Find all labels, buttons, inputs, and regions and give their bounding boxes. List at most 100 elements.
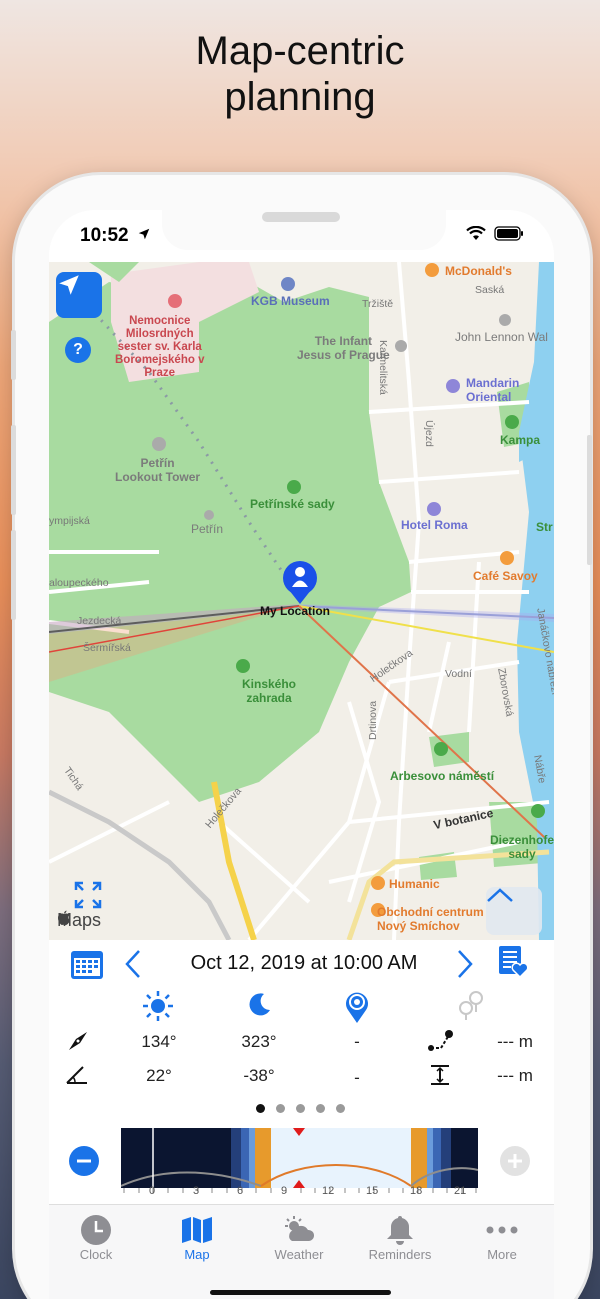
label-my-location[interactable]: My Location [260, 604, 330, 618]
date-label[interactable]: Oct 12, 2019 at 10:00 AM [179, 952, 429, 975]
status-time: 10:52 [80, 225, 129, 246]
locate-button[interactable] [56, 272, 102, 318]
power-button [587, 435, 592, 565]
elevation-row: 22° -38° - --- m [49, 1062, 554, 1092]
page-dot-5[interactable] [336, 1104, 345, 1113]
label-mcdonalds: McDonald's [445, 264, 512, 278]
plus-icon [508, 1154, 522, 1168]
headline: Map-centric planning [0, 28, 600, 120]
tab-more-label: More [487, 1247, 517, 1262]
sun-elevation: 22° [146, 1066, 172, 1085]
tab-more[interactable]: More [452, 1213, 552, 1262]
map-icon [147, 1213, 247, 1247]
apple-maps-logo: Maps [57, 910, 101, 931]
label-infant-jesus: The Infant Jesus of Prague [297, 334, 390, 362]
headline-line-1: Map-centric [195, 29, 405, 73]
page-dot-1[interactable] [256, 1104, 265, 1113]
next-date-button[interactable] [456, 949, 474, 984]
speaker-grill [262, 212, 340, 222]
label-arbesovo: Arbesovo náměstí [390, 769, 495, 783]
label-trziste: Tržiště [362, 298, 394, 310]
favorites-button[interactable] [497, 945, 529, 984]
tab-map-label: Map [184, 1247, 210, 1262]
tick-label-12: 12 [322, 1185, 335, 1197]
page-dot-2[interactable] [276, 1104, 285, 1113]
label-saska: Saská [475, 284, 505, 296]
weather-icon [249, 1213, 349, 1247]
tick-label-15: 15 [366, 1185, 379, 1197]
status-icons [466, 225, 524, 246]
location-services-icon [137, 227, 151, 246]
label-humanic: Humanic [389, 877, 440, 891]
tick-label-6: 6 [237, 1185, 244, 1197]
compass-icon [67, 1030, 89, 1057]
tab-clock-label: Clock [79, 1247, 113, 1262]
expand-panel-button[interactable] [486, 887, 542, 935]
home-indicator[interactable] [210, 1290, 391, 1295]
label-mandarin: Mandarin Oriental [466, 376, 520, 404]
wifi-icon [466, 225, 486, 246]
label-obchodni-centrum: Obchodní centrum Nový Smíchov [377, 905, 484, 933]
label-petrin: Petřín [191, 522, 224, 536]
previous-date-button[interactable] [124, 949, 142, 984]
tick-label-18: 18 [410, 1185, 423, 1197]
tab-map[interactable]: Map [147, 1213, 247, 1262]
moon-azimuth: 323° [241, 1032, 277, 1051]
tick-label-21: 21 [454, 1185, 467, 1197]
moon-icon[interactable] [246, 992, 272, 1023]
label-karmelitska: Karmelitská [377, 340, 389, 395]
moon-elevation: -38° [243, 1066, 275, 1085]
compare-locations-icon[interactable] [454, 988, 488, 1027]
label-kampa: Kampa [500, 433, 541, 447]
apple-icon [58, 910, 70, 925]
sun-icon[interactable] [142, 990, 174, 1027]
icon-row [49, 988, 554, 1024]
label-cafe-savoy: Café Savoy [473, 569, 538, 583]
label-diezenhofer: Diezenhofe sady [490, 833, 554, 861]
label-sermirska: Šermířská [83, 642, 131, 654]
calendar-icon [71, 951, 103, 979]
page-indicator[interactable] [256, 1104, 345, 1113]
tab-bar: Clock Map Weather Reminders More [49, 1204, 554, 1299]
height-value: --- m [497, 1066, 533, 1085]
label-ujezd: Újezd [423, 420, 435, 447]
bell-icon [350, 1213, 450, 1247]
tick-label-3: 3 [193, 1185, 200, 1197]
label-str: Str [536, 520, 553, 534]
page-dot-3[interactable] [296, 1104, 305, 1113]
battery-icon [494, 226, 524, 246]
zoom-in-timeline-button[interactable] [500, 1146, 530, 1176]
label-hotel-roma: Hotel Roma [401, 518, 468, 532]
label-aloupeckeho: aloupeckého [49, 577, 109, 589]
headline-line-2: planning [224, 75, 376, 119]
calendar-button[interactable] [70, 948, 104, 985]
label-petrin-tower: Petřín Lookout Tower [115, 456, 201, 484]
day-timeline[interactable] [120, 1128, 479, 1188]
chevron-left-icon [125, 950, 140, 978]
label-vodni: Vodní [445, 668, 472, 680]
label-petrinske-sady: Petřínské sady [250, 497, 335, 511]
azimuth-row: 134° 323° - --- m [49, 1028, 554, 1058]
tick-label-0: 0 [149, 1185, 156, 1197]
tab-clock[interactable]: Clock [46, 1213, 146, 1262]
elevation-angle-icon [65, 1064, 89, 1091]
map-view[interactable]: Tržiště McDonald's Saská KGB Museum Nemo… [49, 262, 554, 940]
zoom-out-timeline-button[interactable] [69, 1146, 99, 1176]
target-azimuth: - [354, 1032, 360, 1051]
label-drtinova: Drtinova [367, 700, 379, 740]
tab-reminders[interactable]: Reminders [350, 1213, 450, 1262]
height-icon [429, 1064, 451, 1091]
target-icon[interactable] [344, 990, 370, 1029]
mute-switch [11, 330, 16, 380]
tab-reminders-label: Reminders [368, 1247, 432, 1262]
timeline-ticks: 0 3 6 9 12 15 18 21 [121, 1185, 478, 1204]
tick-marks [123, 1188, 477, 1193]
clock-icon [46, 1213, 146, 1247]
volume-down-button [11, 530, 16, 620]
target-elevation: - [354, 1068, 360, 1087]
tab-weather[interactable]: Weather [249, 1213, 349, 1262]
help-button[interactable]: ? [65, 337, 91, 363]
list-heart-icon [499, 946, 529, 979]
page-dot-4[interactable] [316, 1104, 325, 1113]
minus-icon [77, 1159, 91, 1163]
